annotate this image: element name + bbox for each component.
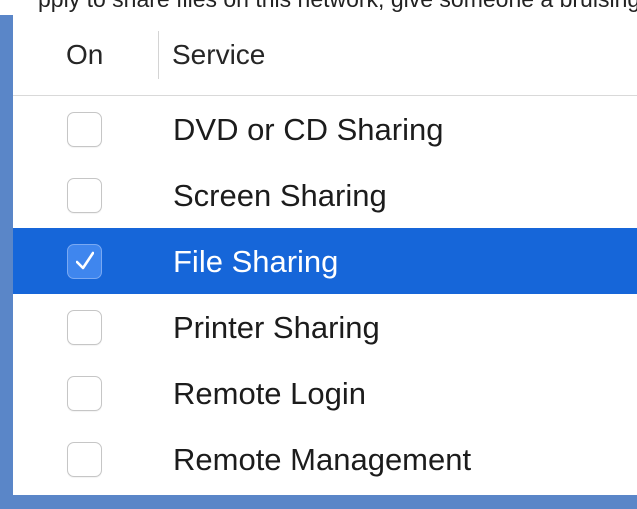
service-label: DVD or CD Sharing: [173, 112, 444, 147]
column-header-service[interactable]: Service: [172, 39, 265, 71]
column-header-on[interactable]: On: [66, 39, 103, 71]
table-row-screen-sharing[interactable]: Screen Sharing: [13, 162, 637, 228]
service-label: Screen Sharing: [173, 178, 387, 213]
services-list-panel: On Service DVD or CD Sharing Screen Shar…: [0, 15, 637, 509]
service-label: File Sharing: [173, 244, 339, 279]
table-header: On Service: [13, 15, 637, 96]
service-checkbox[interactable]: [67, 442, 102, 477]
service-checkbox[interactable]: [67, 244, 102, 279]
service-checkbox[interactable]: [67, 376, 102, 411]
service-checkbox[interactable]: [67, 310, 102, 345]
service-label: Printer Sharing: [173, 310, 380, 345]
service-checkbox[interactable]: [67, 178, 102, 213]
service-label: Remote Management: [173, 442, 472, 477]
cropped-description-text: pply to share files on this network, giv…: [38, 0, 637, 13]
services-table-body: DVD or CD Sharing Screen Sharing File Sh…: [13, 96, 637, 492]
service-checkbox[interactable]: [67, 112, 102, 147]
table-row-printer-sharing[interactable]: Printer Sharing: [13, 294, 637, 360]
checkmark-icon: [76, 251, 94, 270]
table-row-remote-management[interactable]: Remote Management: [13, 426, 637, 492]
cropped-description-text-strip: pply to share files on this network, giv…: [0, 0, 637, 15]
column-divider: [158, 31, 159, 79]
service-label: Remote Login: [173, 376, 367, 411]
table-row-remote-login[interactable]: Remote Login: [13, 360, 637, 426]
table-row-file-sharing[interactable]: File Sharing: [13, 228, 637, 294]
table-row-dvd-or-cd-sharing[interactable]: DVD or CD Sharing: [13, 96, 637, 162]
